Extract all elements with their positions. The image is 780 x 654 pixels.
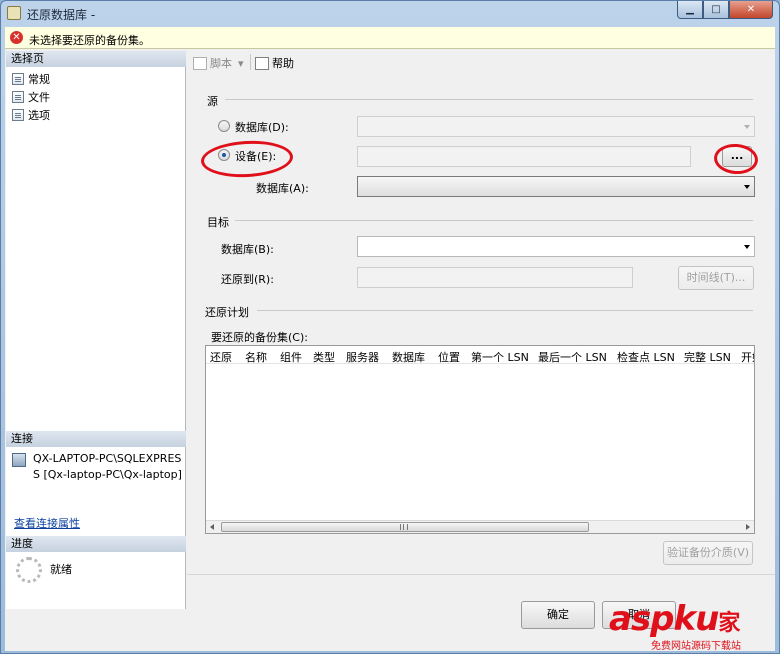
column-header[interactable]: 最后一个 LSN	[538, 349, 607, 363]
script-icon	[193, 56, 207, 70]
column-header[interactable]: 开始	[741, 349, 754, 363]
horizontal-scrollbar[interactable]	[206, 520, 754, 533]
chevron-down-icon	[744, 245, 750, 249]
column-header[interactable]: 还原	[210, 349, 232, 363]
scrollbar-thumb[interactable]	[221, 522, 589, 532]
toolbar: 脚本 ▾ 帮助	[187, 51, 775, 73]
column-header[interactable]: 组件	[280, 349, 302, 363]
restore-plan-group-label: 还原计划	[205, 306, 249, 319]
connection-server: QX-LAPTOP-PC\SQLEXPRES	[33, 452, 182, 465]
server-icon	[12, 453, 26, 467]
column-header[interactable]: 数据库	[392, 349, 425, 363]
page-icon	[12, 72, 24, 85]
watermark-logo: aspku家 免费网站源码下载站	[601, 599, 777, 652]
window-title: 还原数据库 -	[27, 8, 96, 22]
grip-icon	[400, 524, 408, 530]
page-icon	[12, 90, 24, 103]
progress-header: 进度	[6, 536, 186, 552]
chevron-down-icon	[744, 125, 750, 129]
connection-info: QX-LAPTOP-PC\SQLEXPRES S [Qx-laptop-PC\Q…	[33, 451, 182, 483]
help-label: 帮助	[272, 57, 294, 70]
column-header[interactable]: 类型	[313, 349, 335, 363]
page-item-options[interactable]: 选项	[12, 106, 50, 123]
column-header[interactable]: 位置	[438, 349, 460, 363]
close-button[interactable]: ✕	[729, 1, 773, 19]
destination-divider	[235, 220, 753, 221]
grid-header: 还原 名称 组件 类型 服务器 数据库 位置 第一个 LSN 最后一个 LSN …	[206, 346, 754, 364]
window-controls: ▁ □ ✕	[677, 1, 773, 19]
column-header[interactable]: 名称	[245, 349, 267, 363]
help-icon	[255, 56, 269, 70]
progress-status: 就绪	[50, 563, 72, 576]
progress-spinner-icon	[16, 557, 42, 583]
device-database-combo[interactable]	[357, 176, 755, 197]
ok-button[interactable]: 确定	[521, 601, 595, 629]
page-icon	[12, 108, 24, 121]
select-page-header: 选择页	[6, 51, 186, 67]
restore-to-field	[357, 267, 633, 288]
toolbar-separator	[250, 54, 251, 70]
backup-sets-grid[interactable]: 还原 名称 组件 类型 服务器 数据库 位置 第一个 LSN 最后一个 LSN …	[205, 345, 755, 534]
page-item-label: 常规	[28, 72, 50, 86]
restore-to-label: 还原到(R):	[221, 273, 274, 286]
destination-group-label: 目标	[207, 216, 229, 229]
title-bar[interactable]: 还原数据库 - ▁ □ ✕	[1, 1, 779, 27]
scroll-left-icon[interactable]	[210, 524, 214, 530]
database-radio[interactable]	[218, 120, 230, 132]
column-header[interactable]: 服务器	[346, 349, 379, 363]
database-radio-label: 数据库(D):	[235, 121, 289, 134]
connection-server-cont: S [Qx-laptop-PC\Qx-laptop]	[33, 468, 182, 481]
help-button[interactable]: 帮助	[255, 55, 294, 71]
restore-database-window: 还原数据库 - ▁ □ ✕ ✕ 未选择要还原的备份集。 选择页 常规 文件 选项	[0, 0, 780, 654]
destination-database-combo[interactable]	[357, 236, 755, 257]
page-item-files[interactable]: 文件	[12, 88, 50, 105]
minimize-button[interactable]: ▁	[677, 1, 703, 19]
watermark-tagline: 免费网站源码下载站	[651, 641, 741, 652]
page-item-general[interactable]: 常规	[12, 70, 50, 87]
page-item-label: 选项	[28, 108, 50, 122]
error-message: 未选择要还原的备份集。	[29, 34, 150, 47]
source-group-label: 源	[207, 95, 218, 108]
script-button[interactable]: 脚本 ▾	[193, 55, 244, 71]
column-header[interactable]: 完整 LSN	[684, 349, 731, 363]
footer-divider	[187, 574, 775, 575]
column-header[interactable]: 第一个 LSN	[471, 349, 529, 363]
source-divider	[225, 99, 753, 100]
backup-sets-label: 要还原的备份集(C):	[211, 331, 308, 344]
device-path-field	[357, 146, 691, 167]
view-connection-properties-link[interactable]: 查看连接属性	[14, 515, 80, 531]
source-database-combo[interactable]	[357, 116, 755, 137]
scroll-right-icon[interactable]	[746, 524, 750, 530]
database-app-icon	[7, 6, 21, 20]
timeline-button[interactable]: 时间线(T)...	[678, 266, 754, 290]
dialog-client-area: ✕ 未选择要还原的备份集。 选择页 常规 文件 选项 连接 QX-LAPTOP-…	[5, 27, 775, 651]
maximize-button[interactable]: □	[703, 1, 729, 19]
error-message-bar: ✕ 未选择要还原的备份集。	[5, 27, 775, 49]
restore-plan-divider	[257, 310, 753, 311]
error-icon: ✕	[10, 31, 23, 44]
column-header[interactable]: 检查点 LSN	[617, 349, 675, 363]
watermark-brand: aspku家	[609, 599, 740, 639]
verify-backup-media-button[interactable]: 验证备份介质(V)	[663, 541, 753, 565]
left-pane: 选择页 常规 文件 选项 连接 QX-LAPTOP-PC\SQLEXPRES S…	[6, 51, 186, 609]
connection-header: 连接	[6, 431, 186, 447]
chevron-down-icon	[744, 185, 750, 189]
destination-database-label: 数据库(B):	[221, 243, 274, 256]
script-label: 脚本	[210, 57, 232, 70]
script-dropdown-icon: ▾	[238, 56, 244, 70]
page-item-label: 文件	[28, 90, 50, 104]
source-database-combo-label: 数据库(A):	[256, 182, 309, 195]
